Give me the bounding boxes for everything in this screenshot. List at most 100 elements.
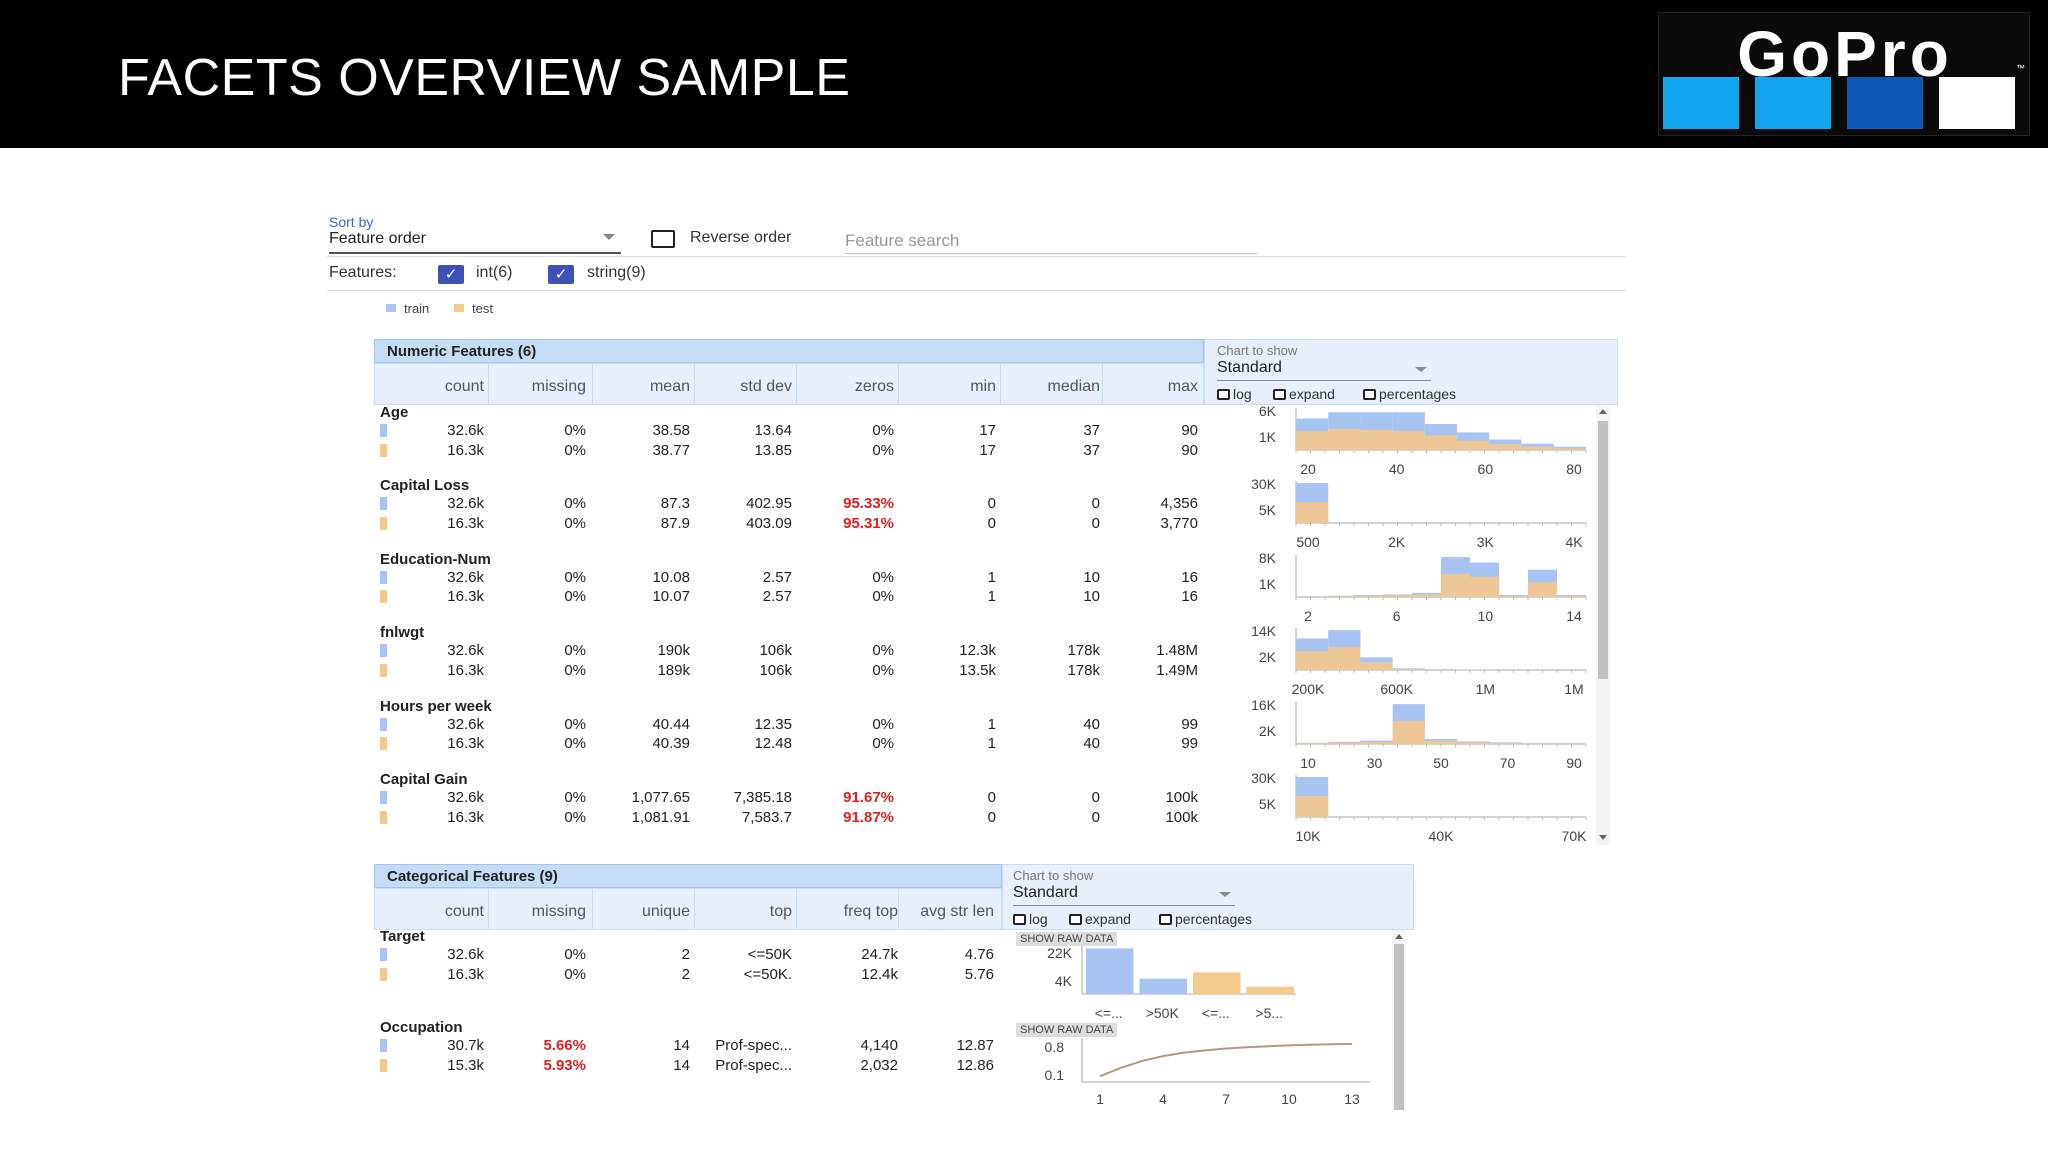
y-tick-label: 30K (1251, 771, 1277, 786)
scroll-thumb[interactable] (1394, 944, 1404, 1110)
cell-median: 40 (1083, 715, 1100, 733)
x-tick-label: 70K (1562, 828, 1588, 844)
x-tick-label: 60 (1478, 461, 1494, 477)
log-checkbox[interactable] (1217, 389, 1230, 400)
feature-name: Occupation (380, 1019, 463, 1036)
test-bar (1296, 431, 1329, 450)
x-tick-label: 4K (1565, 534, 1583, 550)
column-header-missing: missing (531, 903, 586, 920)
x-tick-label: 40K (1429, 828, 1455, 844)
cell-min: 13.5k (959, 661, 996, 679)
cell-max: 1.49M (1156, 661, 1198, 679)
test-bar (1296, 651, 1329, 671)
reverse-order-checkbox[interactable] (651, 230, 675, 248)
cell-min: 0 (987, 808, 996, 826)
x-tick-label: 4 (1159, 1091, 1167, 1107)
cell-min: 1 (987, 568, 996, 586)
slide-title: FACETS OVERVIEW SAMPLE (118, 49, 851, 107)
x-tick-label: 6 (1393, 608, 1401, 624)
cdf-line (1099, 1042, 1353, 1078)
cell-count: 32.6k (447, 422, 484, 439)
sort-by-value: Feature order (329, 230, 426, 247)
cell-mean: 40.39 (652, 735, 690, 753)
cell-median: 37 (1083, 422, 1100, 439)
logo-square (1847, 77, 1923, 129)
x-tick-label: 7 (1222, 1091, 1230, 1107)
cell-zeros: 0% (872, 735, 894, 753)
cell-zeros: 0% (872, 568, 894, 586)
column-divider (488, 888, 489, 930)
chart-type-dropdown[interactable]: Standard (1217, 359, 1431, 381)
x-tick-label: 40 (1389, 461, 1405, 477)
cell-std-dev: 2.57 (762, 588, 792, 606)
y-tick-label: 4K (1055, 973, 1073, 989)
train-bar (1086, 948, 1134, 994)
cell-std-dev: 12.35 (754, 715, 792, 733)
scroll-down-arrow[interactable] (1599, 835, 1607, 840)
target-bar-chart: 22K 4K <=... >50K <=... >5... (1047, 945, 1296, 1021)
x-tick-label: <=... (1095, 1005, 1123, 1021)
x-tick-label: 30 (1367, 755, 1383, 771)
scroll-up-arrow[interactable] (1395, 934, 1403, 939)
expand-checkbox[interactable] (1069, 914, 1082, 925)
test-bar (1325, 595, 1354, 597)
cell-max: 100k (1165, 789, 1198, 806)
percentages-checkbox[interactable] (1159, 914, 1172, 925)
log-checkbox[interactable] (1013, 914, 1026, 925)
cell-min: 1 (987, 735, 996, 753)
int-features-checkbox[interactable]: ✓ (438, 265, 464, 284)
cell-max: 4,356 (1160, 495, 1198, 513)
cell-count: 16.3k (447, 735, 484, 753)
test-bar (1441, 573, 1470, 597)
gopro-logo: GoPro ™ (1658, 12, 2030, 136)
cell-std-dev: 106k (759, 642, 792, 660)
cell-median: 178k (1067, 661, 1100, 679)
test-bar (1392, 720, 1425, 744)
cell-avg-str-len: 5.76 (964, 965, 994, 983)
x-tick-label: 1M (1476, 681, 1495, 697)
test-bar (1193, 972, 1241, 994)
string-features-checkbox[interactable]: ✓ (548, 265, 574, 284)
chart-type-dropdown[interactable]: Standard (1013, 884, 1235, 906)
cell-count: 32.6k (447, 642, 484, 660)
categorical-scrollbar[interactable] (1392, 930, 1406, 1110)
cell-max: 99 (1181, 715, 1198, 733)
divider (327, 290, 1626, 291)
cell-missing: 0% (564, 514, 586, 532)
y-tick-label: 1K (1259, 429, 1277, 445)
legend-swatch-test (454, 304, 464, 312)
cell-count: 16.3k (447, 808, 484, 826)
occupation-cdf-chart: 0.8 0.1 1 4 7 10 13 (1045, 1038, 1370, 1107)
column-divider (796, 888, 797, 930)
scroll-up-arrow[interactable] (1599, 409, 1607, 414)
test-bar (1360, 662, 1393, 671)
feature-search-input[interactable] (845, 228, 1257, 254)
x-tick-label: 600K (1380, 681, 1413, 697)
cell-missing: 0% (564, 735, 586, 753)
test-bar (1296, 502, 1329, 524)
cell-count: 16.3k (447, 514, 484, 532)
numeric-scrollbar[interactable] (1596, 405, 1610, 845)
x-tick-label: 80 (1566, 461, 1582, 477)
cell-mean: 87.9 (660, 514, 690, 532)
cell-zeros: 0% (872, 661, 894, 679)
percentages-checkbox[interactable] (1363, 389, 1376, 400)
logo-square (1939, 77, 2015, 129)
column-header-top: top (769, 903, 792, 920)
feature-name: Target (380, 928, 425, 945)
sort-by-dropdown[interactable]: Feature order (329, 230, 621, 254)
cell-mean: 190k (657, 642, 690, 660)
test-bar (1412, 594, 1441, 597)
y-tick-label: 22K (1047, 945, 1073, 961)
feature-name: Hours per week (380, 697, 492, 715)
percentages-label: percentages (1379, 386, 1457, 402)
column-header-max: max (1167, 378, 1198, 395)
scroll-thumb[interactable] (1598, 421, 1608, 679)
column-header-count: count (444, 378, 484, 395)
column-header-median: median (1047, 378, 1100, 395)
cell-max: 1.48M (1156, 642, 1198, 660)
cell-max: 90 (1181, 422, 1198, 439)
expand-checkbox[interactable] (1273, 389, 1286, 400)
cell-std-dev: 403.09 (746, 514, 792, 532)
x-tick-label: >50K (1146, 1005, 1180, 1021)
